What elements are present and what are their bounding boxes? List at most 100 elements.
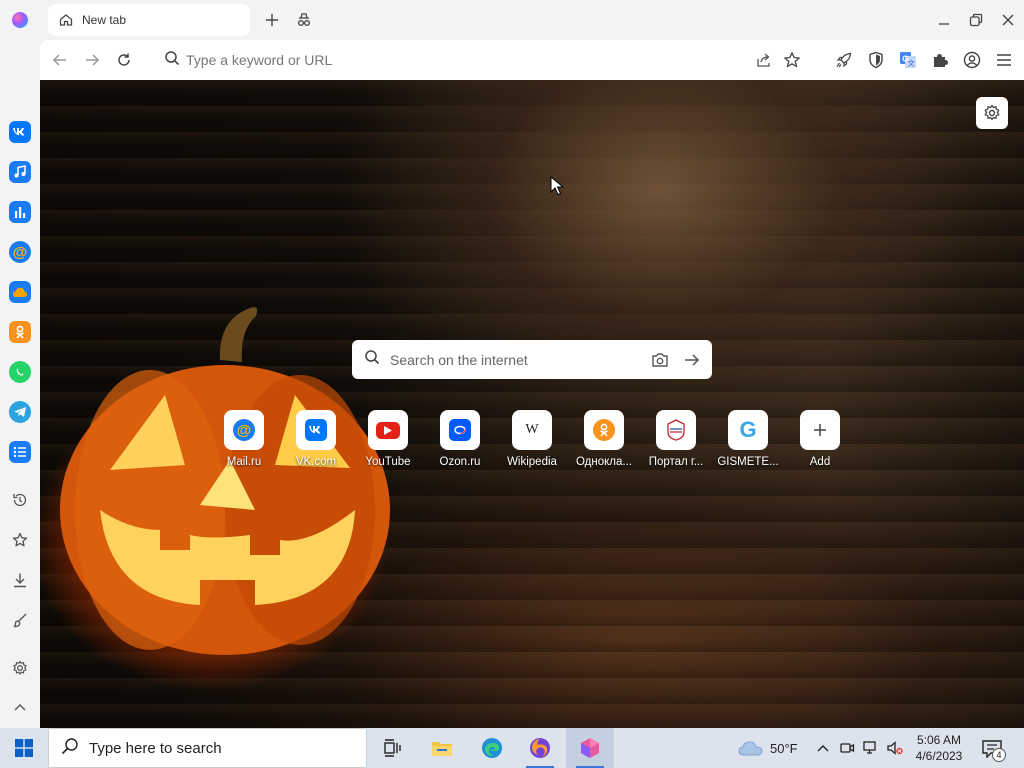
weather-widget[interactable]: 50°F xyxy=(738,738,798,758)
bookmarks-icon[interactable] xyxy=(10,530,30,550)
translate-icon[interactable]: G文 xyxy=(898,50,918,70)
taskbar-search[interactable]: Type here to search xyxy=(48,728,367,768)
extensions-icon[interactable] xyxy=(930,50,950,70)
meet-now-icon[interactable] xyxy=(838,738,856,758)
shield-icon[interactable] xyxy=(866,50,886,70)
gosuslugi-icon xyxy=(656,410,696,450)
tile-odnoklassniki[interactable]: Одноклa... xyxy=(564,410,644,472)
tile-label: Wikipedia xyxy=(507,456,557,468)
chart-icon[interactable] xyxy=(9,201,31,223)
tile-ozon[interactable]: Ozon.ru xyxy=(420,410,500,472)
taskbar: Type here to search 50°F 5:06 AM 4/6/202… xyxy=(0,728,1024,768)
tile-label: GISMETE... xyxy=(717,456,779,468)
tile-label: Одноклa... xyxy=(575,456,632,468)
ozon-icon xyxy=(440,410,480,450)
search-icon xyxy=(164,50,180,71)
atom-browser-icon[interactable] xyxy=(566,728,614,768)
tile-label: Ozon.ru xyxy=(439,456,481,468)
tile-label: Портал г... xyxy=(648,456,704,468)
tile-wikipedia[interactable]: W Wikipedia xyxy=(492,410,572,472)
wikipedia-icon: W xyxy=(512,410,552,450)
cloud-icon[interactable] xyxy=(9,281,31,303)
forward-button[interactable] xyxy=(82,50,102,70)
notifications-button[interactable]: 4 xyxy=(980,738,1006,762)
settings-icon[interactable] xyxy=(10,658,30,678)
cloud-icon xyxy=(738,741,763,756)
camera-search-icon[interactable] xyxy=(650,350,670,370)
tab-label: New tab xyxy=(82,13,127,27)
clock-date: 4/6/2023 xyxy=(915,749,963,763)
new-tab-page: @ Mail.ru VK.com YouTube Ozon.ru W Wikip… xyxy=(40,80,1024,728)
menu-icon[interactable] xyxy=(994,50,1014,70)
search-icon xyxy=(61,737,79,760)
firefox-icon[interactable] xyxy=(516,728,564,768)
tile-vk[interactable]: VK.com xyxy=(276,410,356,472)
svg-text:文: 文 xyxy=(908,59,915,68)
vk-icon[interactable] xyxy=(9,121,31,143)
tile-label: Add xyxy=(809,456,831,468)
browser-logo-icon[interactable] xyxy=(12,12,28,28)
network-icon[interactable] xyxy=(862,738,880,758)
edge-browser-icon[interactable] xyxy=(468,728,516,768)
mouse-cursor xyxy=(550,176,564,196)
bookmark-star-icon[interactable] xyxy=(782,50,802,70)
incognito-icon[interactable] xyxy=(294,10,314,30)
sidebar: @ xyxy=(0,40,40,728)
home-icon xyxy=(58,12,74,28)
search-icon xyxy=(364,349,380,370)
music-icon[interactable] xyxy=(9,161,31,183)
windows-icon xyxy=(15,739,33,757)
back-button[interactable] xyxy=(50,50,70,70)
url-input[interactable] xyxy=(186,52,706,68)
gear-icon xyxy=(984,104,1000,121)
title-bar: New tab xyxy=(0,0,1024,40)
list-icon[interactable] xyxy=(9,441,31,463)
start-button[interactable] xyxy=(0,728,48,768)
system-clock[interactable]: 5:06 AM 4/6/2023 xyxy=(908,732,970,764)
tab-new-tab[interactable]: New tab xyxy=(48,4,250,36)
internet-search-input[interactable] xyxy=(390,351,640,368)
restore-button[interactable] xyxy=(966,10,986,30)
downloads-icon[interactable] xyxy=(10,570,30,590)
odnoklassniki-icon xyxy=(584,410,624,450)
task-view-icon[interactable] xyxy=(368,728,416,768)
mail-ru-icon: @ xyxy=(224,410,264,450)
tile-gismeteo[interactable]: G GISMETE... xyxy=(708,410,788,472)
history-icon[interactable] xyxy=(10,490,30,510)
volume-muted-icon[interactable] xyxy=(886,738,904,758)
tile-label: Mail.ru xyxy=(226,456,262,468)
tile-add[interactable]: Add xyxy=(780,410,860,472)
background-settings-button[interactable] xyxy=(976,97,1008,129)
tile-gosuslugi-portal[interactable]: Портал г... xyxy=(636,410,716,472)
youtube-icon xyxy=(368,410,408,450)
tile-youtube[interactable]: YouTube xyxy=(348,410,428,472)
rocket-icon[interactable] xyxy=(834,50,854,70)
tile-label: YouTube xyxy=(365,456,411,468)
pumpkin-image xyxy=(60,307,390,655)
chevron-up-icon[interactable] xyxy=(814,738,832,758)
chevron-up-icon[interactable] xyxy=(10,697,30,717)
clock-time: 5:06 AM xyxy=(916,733,962,747)
omnibox[interactable] xyxy=(164,48,724,72)
new-tab-button[interactable] xyxy=(262,10,282,30)
plus-icon xyxy=(800,410,840,450)
file-explorer-icon[interactable] xyxy=(418,728,466,768)
whatsapp-icon[interactable] xyxy=(9,361,31,383)
mail-at-icon[interactable]: @ xyxy=(9,241,31,263)
search-submit-arrow-icon[interactable] xyxy=(682,350,702,370)
minimize-button[interactable] xyxy=(934,10,954,30)
account-icon[interactable] xyxy=(962,50,982,70)
gismeteo-icon: G xyxy=(728,410,768,450)
share-button[interactable] xyxy=(754,50,774,70)
internet-search-box[interactable] xyxy=(352,340,712,379)
odnoklassniki-icon[interactable] xyxy=(9,321,31,343)
tile-mail-ru[interactable]: @ Mail.ru xyxy=(204,410,284,472)
close-button[interactable] xyxy=(998,10,1018,30)
telegram-icon[interactable] xyxy=(9,401,31,423)
brush-icon[interactable] xyxy=(10,610,30,630)
temperature: 50°F xyxy=(770,740,798,756)
notification-count: 4 xyxy=(992,748,1006,762)
vk-icon xyxy=(296,410,336,450)
address-bar: G文 xyxy=(40,40,1024,80)
reload-button[interactable] xyxy=(114,50,134,70)
